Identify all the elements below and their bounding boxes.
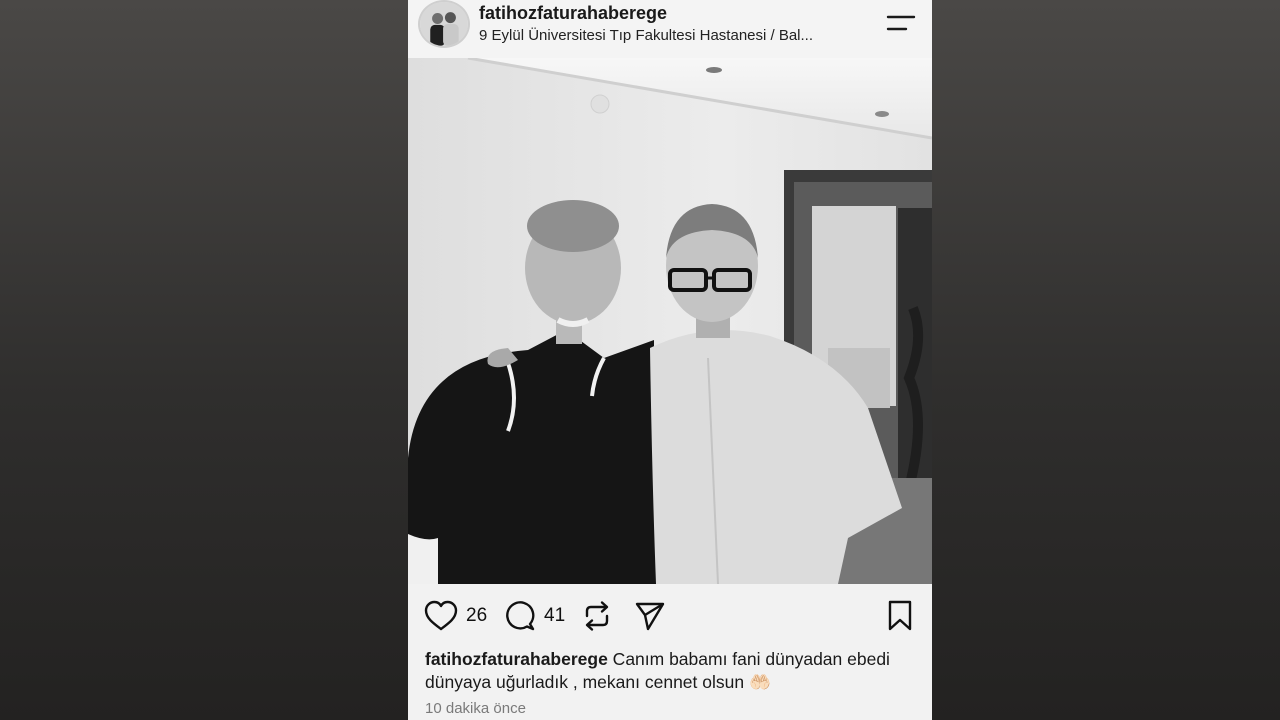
repost-icon: [582, 600, 612, 632]
caption-username[interactable]: fatihozfaturahaberege: [425, 649, 608, 669]
post-photo[interactable]: [408, 58, 932, 584]
location-link[interactable]: 9 Eylül Üniversitesi Tıp Fakultesi Hasta…: [479, 27, 859, 44]
share-button[interactable]: [634, 599, 666, 633]
like-count: 26: [466, 605, 488, 626]
action-bar: 26 41: [408, 584, 932, 648]
post-timestamp: 10 dakika önce: [425, 700, 526, 717]
like-button[interactable]: 26: [424, 599, 487, 633]
repost-button[interactable]: [582, 599, 612, 633]
comment-button[interactable]: 41: [504, 599, 565, 633]
save-button[interactable]: [886, 599, 914, 633]
avatar[interactable]: [418, 0, 470, 48]
post-header: fatihozfaturahaberege 9 Eylül Üniversite…: [408, 0, 932, 58]
username[interactable]: fatihozfaturahaberege: [479, 3, 667, 24]
heart-icon: [424, 600, 458, 632]
bookmark-icon: [886, 600, 914, 632]
comment-count: 41: [544, 605, 566, 626]
send-icon: [634, 600, 666, 632]
menu-icon[interactable]: [886, 12, 916, 34]
post-card: fatihozfaturahaberege 9 Eylül Üniversite…: [408, 0, 932, 720]
post-caption: fatihozfaturahaberege Canım babamı fani …: [425, 648, 905, 694]
comment-icon: [504, 600, 536, 632]
